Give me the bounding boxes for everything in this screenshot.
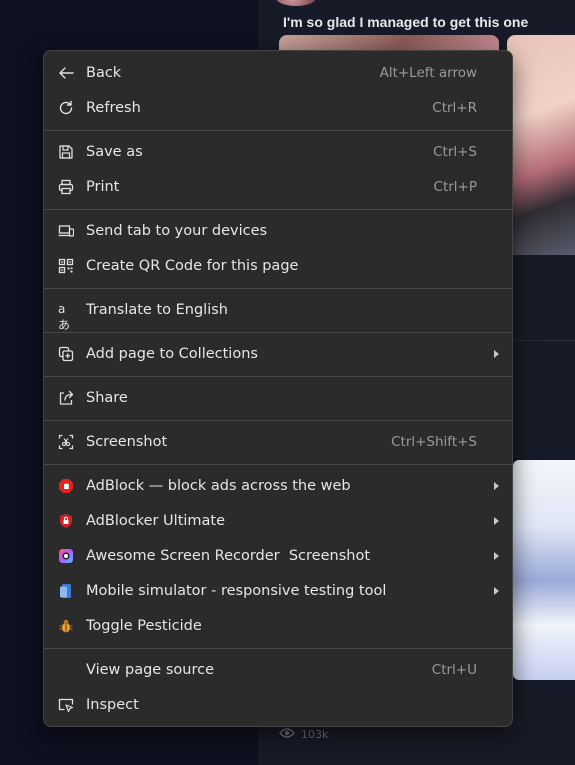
menu-item-screen-recorder[interactable]: Awesome Screen Recorder Screenshot — [44, 539, 512, 573]
context-menu: Back Alt+Left arrow Refresh Ctrl+R Save … — [43, 50, 513, 727]
view-count: 103k — [279, 727, 328, 742]
menu-item-refresh[interactable]: Refresh Ctrl+R — [44, 91, 512, 125]
translate-icon: aあ — [58, 302, 71, 332]
menu-item-label: AdBlocker Ultimate — [86, 513, 226, 529]
menu-item-label: Screenshot — [86, 434, 168, 450]
eye-icon — [279, 727, 295, 742]
menu-item-label: Print — [86, 179, 120, 195]
qr-code-icon — [58, 258, 74, 274]
menu-item-share[interactable]: Share — [44, 381, 512, 415]
menu-item-save-as[interactable]: Save as Ctrl+S — [44, 135, 512, 169]
menu-item-adblock[interactable]: AdBlock — block ads across the web — [44, 469, 512, 503]
adblock-icon — [58, 478, 74, 494]
screenshot-icon — [58, 434, 74, 450]
menu-item-adblocker-ultimate[interactable]: AdBlocker Ultimate — [44, 504, 512, 538]
view-count-value: 103k — [301, 728, 329, 741]
menu-item-label: Toggle Pesticide — [86, 618, 202, 634]
menu-item-back[interactable]: Back Alt+Left arrow — [44, 56, 512, 90]
menu-item-mobile-simulator[interactable]: Mobile simulator - responsive testing to… — [44, 574, 512, 608]
menu-item-label: Back — [86, 65, 122, 81]
menu-item-label: Inspect — [86, 697, 139, 713]
menu-item-label: Awesome Screen Recorder Screenshot — [86, 548, 371, 564]
chevron-right-icon — [494, 517, 499, 525]
menu-item-label: Mobile simulator - responsive testing to… — [86, 583, 387, 599]
menu-separator — [44, 648, 512, 649]
menu-separator — [44, 288, 512, 289]
menu-item-send-tab[interactable]: Send tab to your devices — [44, 214, 512, 248]
chevron-right-icon — [494, 552, 499, 560]
adblocker-ultimate-icon — [58, 513, 74, 529]
menu-item-pesticide[interactable]: Toggle Pesticide — [44, 609, 512, 643]
pesticide-icon — [58, 618, 74, 634]
menu-item-shortcut: Alt+Left arrow — [379, 65, 477, 81]
menu-item-label: Refresh — [86, 100, 141, 116]
menu-item-label: View page source — [86, 662, 214, 678]
arrow-left-icon — [58, 65, 74, 81]
post-image-second[interactable] — [507, 35, 575, 255]
inspect-icon — [58, 697, 74, 713]
screen-recorder-icon — [58, 548, 74, 564]
mobile-simulator-icon — [58, 583, 74, 599]
menu-item-label: Create QR Code for this page — [86, 258, 299, 274]
save-as-icon — [58, 144, 74, 160]
menu-item-label: Translate to English — [86, 302, 228, 318]
menu-item-shortcut: Ctrl+S — [433, 144, 477, 160]
post-image-lower[interactable] — [513, 460, 575, 680]
menu-item-translate[interactable]: aあ Translate to English — [44, 293, 512, 332]
menu-item-label: AdBlock — block ads across the web — [86, 478, 351, 494]
menu-item-shortcut: Ctrl+Shift+S — [391, 434, 477, 450]
menu-separator — [44, 332, 512, 333]
printer-icon — [58, 179, 74, 195]
menu-separator — [44, 376, 512, 377]
menu-item-label: Save as — [86, 144, 143, 160]
devices-icon — [58, 223, 74, 239]
menu-item-label: Share — [86, 390, 128, 406]
menu-item-label: Add page to Collections — [86, 346, 258, 362]
chevron-right-icon — [494, 482, 499, 490]
menu-separator — [44, 209, 512, 210]
menu-item-label: Send tab to your devices — [86, 223, 268, 239]
menu-item-shortcut: Ctrl+U — [431, 662, 477, 678]
collections-icon — [58, 346, 74, 362]
menu-item-screenshot[interactable]: Screenshot Ctrl+Shift+S — [44, 425, 512, 459]
menu-separator — [44, 464, 512, 465]
refresh-icon — [58, 100, 74, 116]
menu-item-print[interactable]: Print Ctrl+P — [44, 170, 512, 204]
menu-item-shortcut: Ctrl+R — [432, 100, 477, 116]
menu-item-shortcut: Ctrl+P — [433, 179, 477, 195]
chevron-right-icon — [494, 350, 499, 358]
menu-item-view-source[interactable]: View page source Ctrl+U — [44, 653, 512, 687]
menu-item-inspect[interactable]: Inspect — [44, 688, 512, 722]
share-icon — [58, 390, 74, 406]
menu-separator — [44, 130, 512, 131]
menu-separator — [44, 420, 512, 421]
post-title[interactable]: I'm so glad I managed to get this one — [283, 14, 528, 30]
menu-item-collections[interactable]: Add page to Collections — [44, 337, 512, 371]
chevron-right-icon — [494, 587, 499, 595]
menu-item-qr-code[interactable]: Create QR Code for this page — [44, 249, 512, 283]
